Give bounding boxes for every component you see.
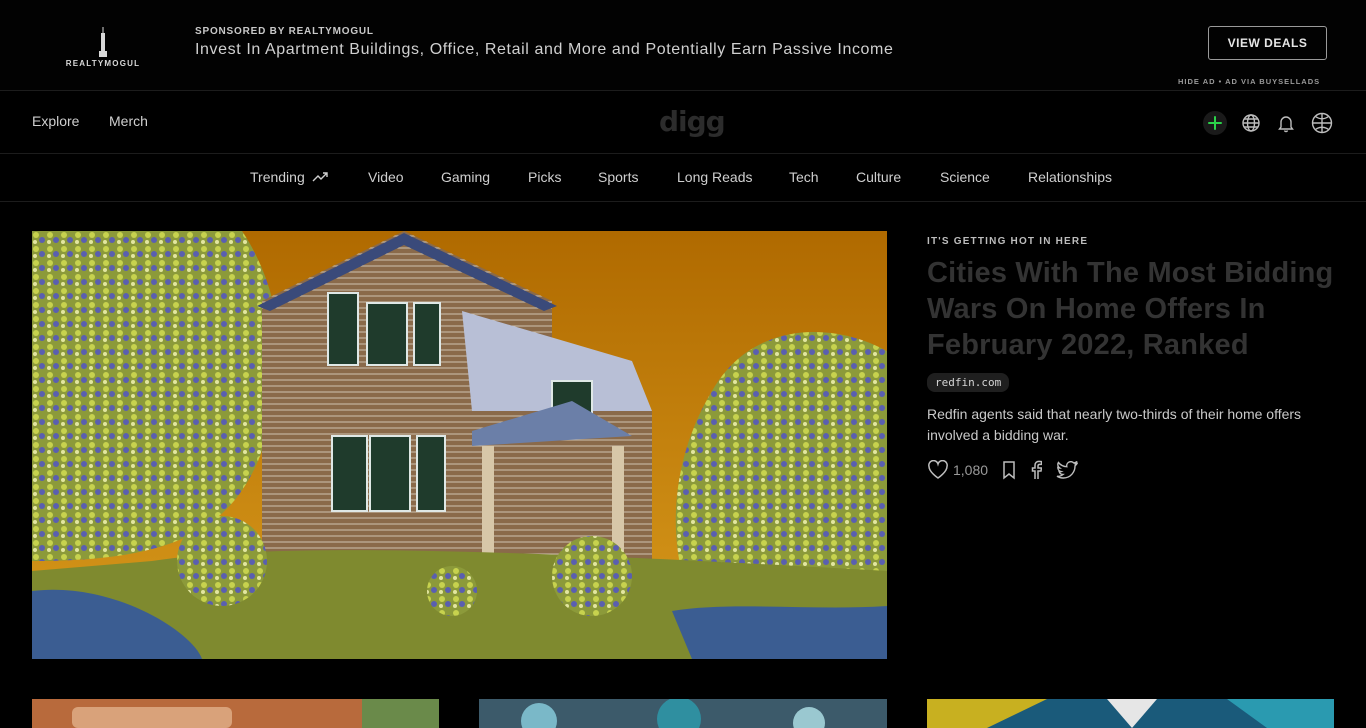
thumbnail-image: [32, 699, 439, 728]
digg-logo[interactable]: digg: [659, 105, 726, 138]
user-icon[interactable]: [1310, 111, 1334, 135]
plus-icon[interactable]: [1203, 111, 1227, 135]
building-icon: [99, 27, 107, 57]
house-photo-illustration: [32, 231, 887, 659]
facebook-icon: [1031, 460, 1043, 479]
merch-link[interactable]: Merch: [109, 113, 148, 129]
story-kicker: IT'S GETTING HOT IN HERE: [927, 236, 1089, 247]
category-video[interactable]: Video: [368, 169, 404, 185]
category-label: Trending: [250, 169, 305, 185]
category-long-reads[interactable]: Long Reads: [677, 169, 753, 185]
globe-icon[interactable]: [1239, 111, 1263, 135]
category-science[interactable]: Science: [940, 169, 990, 185]
sponsored-ad-bar: REALTYMOGUL SPONSORED BY REALTYMOGUL Inv…: [0, 0, 1366, 91]
twitter-share-button[interactable]: [1056, 461, 1079, 479]
view-deals-button[interactable]: VIEW DEALS: [1208, 26, 1327, 60]
hero-image[interactable]: [32, 231, 887, 659]
category-gaming[interactable]: Gaming: [441, 169, 490, 185]
thumbnail-image: [479, 699, 887, 728]
source-chip[interactable]: redfin.com: [927, 373, 1010, 392]
facebook-share-button[interactable]: [1030, 460, 1043, 480]
hero-story: IT'S GETTING HOT IN HERE Cities With The…: [927, 236, 1337, 480]
ad-logo-text: REALTYMOGUL: [65, 59, 141, 68]
category-sports[interactable]: Sports: [598, 169, 638, 185]
story-headline[interactable]: Cities With The Most Bidding Wars On Hom…: [927, 255, 1337, 363]
category-culture[interactable]: Culture: [856, 169, 901, 185]
story-thumbnail-3[interactable]: [927, 699, 1334, 728]
ad-headline-link[interactable]: Invest In Apartment Buildings, Office, R…: [195, 41, 893, 59]
category-picks[interactable]: Picks: [528, 169, 561, 185]
story-thumbnail-1[interactable]: [32, 699, 439, 728]
bookmark-button[interactable]: [1002, 460, 1016, 480]
twitter-icon: [1056, 461, 1079, 479]
realtymogul-logo[interactable]: REALTYMOGUL: [58, 22, 148, 68]
ad-sponsor-label: SPONSORED BY REALTYMOGUL: [195, 26, 374, 37]
trending-arrow-icon: [312, 172, 328, 182]
explore-link[interactable]: Explore: [32, 113, 79, 129]
category-tech[interactable]: Tech: [789, 169, 819, 185]
category-trending[interactable]: Trending: [250, 169, 328, 185]
category-relationships[interactable]: Relationships: [1028, 169, 1112, 185]
bookmark-icon: [1003, 461, 1015, 480]
like-button[interactable]: 1,080: [927, 460, 988, 480]
story-description: Redfin agents said that nearly two-third…: [927, 406, 1302, 443]
site-header: Explore Merch digg: [0, 91, 1366, 154]
category-nav: Trending Video Gaming Picks Sports Long …: [0, 154, 1366, 202]
story-thumbnail-2[interactable]: [479, 699, 887, 728]
like-count: 1,080: [953, 462, 989, 478]
hide-ad-link[interactable]: HIDE AD • AD VIA BUYSELLADS: [1178, 77, 1320, 86]
heart-icon: [928, 460, 948, 479]
story-actions: 1,080: [927, 460, 1337, 480]
thumbnail-image: [927, 699, 1334, 728]
bell-icon[interactable]: [1274, 111, 1298, 135]
